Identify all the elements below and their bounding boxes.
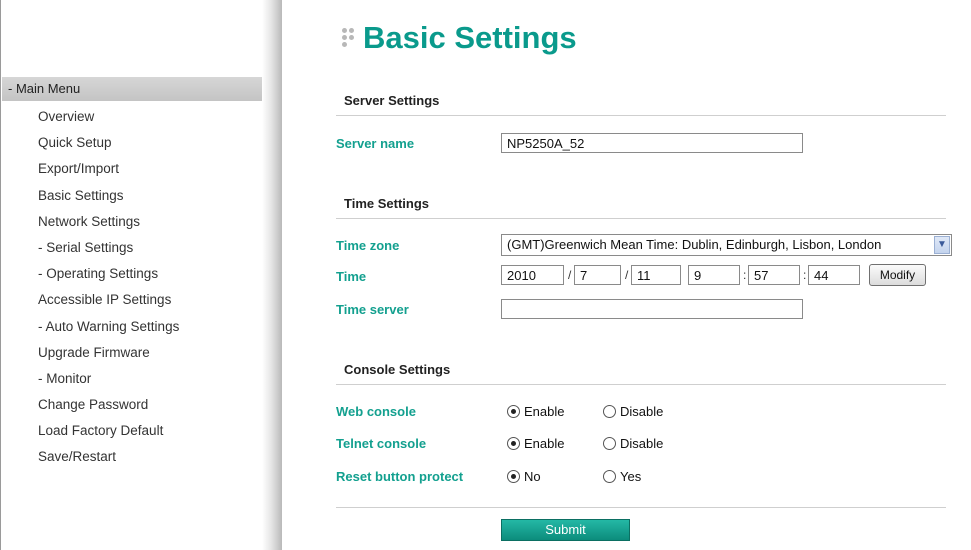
minute-input[interactable]: 57 [748, 265, 800, 285]
radio-unselected-icon [603, 405, 616, 418]
server-name-input[interactable]: NP5250A_52 [501, 133, 803, 153]
page-title-text: Basic Settings [363, 20, 577, 55]
sidebar-shadow [262, 0, 282, 550]
radio-label: Enable [524, 436, 565, 451]
server-name-label: Server name [336, 136, 415, 151]
month-input[interactable]: 7 [574, 265, 621, 285]
main-menu-header[interactable]: - Main Menu [2, 77, 279, 101]
sidebar-item-export-import[interactable]: Export/Import [38, 156, 179, 182]
radio-label: Yes [620, 469, 642, 484]
modify-button[interactable]: Modify [869, 264, 926, 286]
sidebar-item-monitor[interactable]: - Monitor [38, 366, 179, 392]
radio-label: No [524, 469, 541, 484]
radio-selected-icon [507, 470, 520, 483]
web-console-enable-radio[interactable]: Enable [507, 404, 564, 420]
radio-label: Disable [620, 436, 664, 451]
time-separator: : [803, 268, 807, 282]
year-input[interactable]: 2010 [501, 265, 564, 285]
second-input[interactable]: 44 [808, 265, 860, 285]
reset-protect-yes-radio[interactable]: Yes [603, 469, 641, 485]
date-separator: / [625, 268, 629, 282]
sidebar-item-operating-settings[interactable]: - Operating Settings [38, 261, 179, 287]
time-separator: : [743, 268, 747, 282]
menu-list: Overview Quick Setup Export/Import Basic… [38, 104, 179, 471]
main-menu-label: - Main Menu [8, 81, 81, 96]
sidebar-item-basic-settings[interactable]: Basic Settings [38, 183, 179, 209]
radio-selected-icon [507, 405, 520, 418]
time-zone-label: Time zone [336, 238, 400, 253]
console-settings-header: Console Settings [336, 356, 946, 385]
date-separator: / [568, 268, 572, 282]
page-title: Basic Settings [339, 20, 577, 60]
main-content: Basic Settings Server Settings Server na… [300, 0, 971, 550]
telnet-console-enable-radio[interactable]: Enable [507, 436, 564, 452]
day-input[interactable]: 11 [631, 265, 681, 285]
hour-input[interactable]: 9 [688, 265, 740, 285]
form-divider [336, 507, 946, 508]
time-server-input[interactable] [501, 299, 803, 319]
web-console-label: Web console [336, 404, 416, 419]
sidebar-item-upgrade-firmware[interactable]: Upgrade Firmware [38, 340, 179, 366]
section-title: Server Settings [344, 93, 440, 108]
section-title: Time Settings [344, 196, 430, 211]
section-title: Console Settings [344, 362, 451, 377]
sidebar-item-overview[interactable]: Overview [38, 104, 179, 130]
time-zone-select[interactable]: (GMT)Greenwich Mean Time: Dublin, Edinbu… [501, 234, 952, 256]
telnet-console-label: Telnet console [336, 436, 427, 451]
time-server-label: Time server [336, 302, 409, 317]
time-settings-header: Time Settings [336, 190, 946, 219]
submit-button[interactable]: Submit [501, 519, 630, 541]
sidebar-item-save-restart[interactable]: Save/Restart [38, 444, 179, 470]
sidebar-item-accessible-ip-settings[interactable]: Accessible IP Settings [38, 287, 179, 313]
sidebar: - Main Menu Overview Quick Setup Export/… [0, 0, 281, 550]
server-settings-header: Server Settings [336, 87, 946, 116]
time-zone-value: (GMT)Greenwich Mean Time: Dublin, Edinbu… [507, 237, 882, 252]
radio-label: Disable [620, 404, 664, 419]
sidebar-item-network-settings[interactable]: Network Settings [38, 209, 179, 235]
web-console-disable-radio[interactable]: Disable [603, 404, 663, 420]
radio-unselected-icon [603, 470, 616, 483]
title-dots-icon [339, 26, 361, 47]
sidebar-item-change-password[interactable]: Change Password [38, 392, 179, 418]
radio-selected-icon [507, 437, 520, 450]
reset-button-protect-label: Reset button protect [336, 469, 464, 484]
radio-label: Enable [524, 404, 565, 419]
radio-unselected-icon [603, 437, 616, 450]
sidebar-item-quick-setup[interactable]: Quick Setup [38, 130, 179, 156]
sidebar-item-serial-settings[interactable]: - Serial Settings [38, 235, 179, 261]
reset-protect-no-radio[interactable]: No [507, 469, 541, 485]
sidebar-item-auto-warning-settings[interactable]: - Auto Warning Settings [38, 314, 179, 340]
sidebar-item-load-factory-default[interactable]: Load Factory Default [38, 418, 179, 444]
time-label: Time [336, 269, 367, 284]
telnet-console-disable-radio[interactable]: Disable [603, 436, 663, 452]
chevron-down-icon[interactable]: ▼ [934, 236, 950, 254]
